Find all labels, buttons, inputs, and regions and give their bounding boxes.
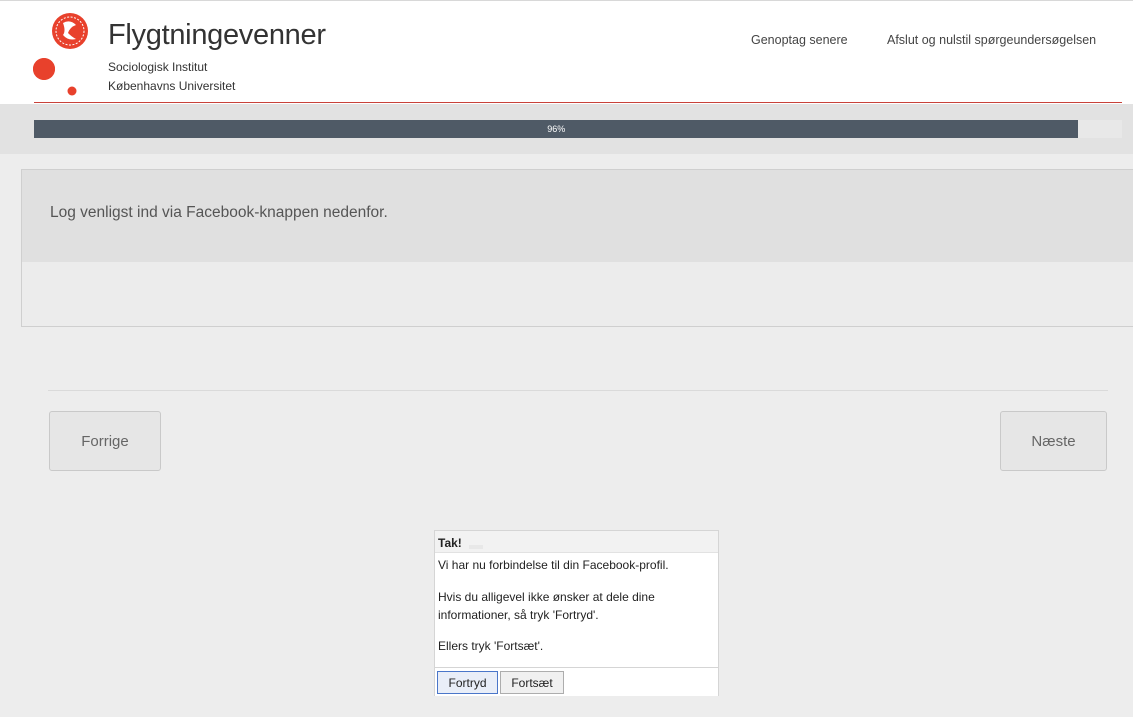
- previous-button[interactable]: Forrige: [49, 411, 161, 471]
- facebook-confirm-dialog: Tak! Vi har nu forbindelse til din Faceb…: [434, 530, 719, 696]
- question-card: Log venligst ind via Facebook-knappen ne…: [21, 169, 1133, 327]
- dialog-title: Tak!: [438, 536, 462, 550]
- dialog-title-bar: Tak!: [435, 531, 718, 553]
- dialog-footer: Fortryd Fortsæt: [435, 667, 718, 696]
- title-mark: [469, 545, 483, 549]
- university-seal-icon: [33, 13, 88, 96]
- header-divider: [34, 102, 1122, 103]
- dialog-message-cancel-hint: Hvis du alligevel ikke ønsker at dele di…: [438, 590, 655, 622]
- institute-name: Sociologisk Institut: [108, 60, 208, 74]
- exit-reset-link[interactable]: Afslut og nulstil spørgeundersøgelsen: [887, 33, 1096, 47]
- header: Flygtningevenner Sociologisk Institut Kø…: [0, 0, 1133, 105]
- progress-fill: 96%: [34, 120, 1079, 138]
- divider: [48, 390, 1108, 391]
- dialog-message-continue-hint: Ellers tryk 'Fortsæt'.: [438, 639, 544, 653]
- question-text: Log venligst ind via Facebook-knappen ne…: [50, 204, 388, 221]
- next-button[interactable]: Næste: [1000, 411, 1107, 471]
- resume-later-link[interactable]: Genoptag senere: [751, 33, 848, 47]
- progress-bar: 96%: [34, 120, 1122, 138]
- brand-title: Flygtningevenner: [108, 19, 326, 51]
- continue-button[interactable]: Fortsæt: [500, 671, 564, 694]
- cancel-button[interactable]: Fortryd: [437, 671, 498, 694]
- dialog-message-connected: Vi har nu forbindelse til din Facebook-p…: [438, 558, 669, 572]
- progress-area: 96%: [0, 104, 1133, 154]
- question-header: Log venligst ind via Facebook-knappen ne…: [22, 170, 1133, 262]
- university-name: Københavns Universitet: [108, 79, 236, 93]
- survey-page: Flygtningevenner Sociologisk Institut Kø…: [0, 0, 1133, 717]
